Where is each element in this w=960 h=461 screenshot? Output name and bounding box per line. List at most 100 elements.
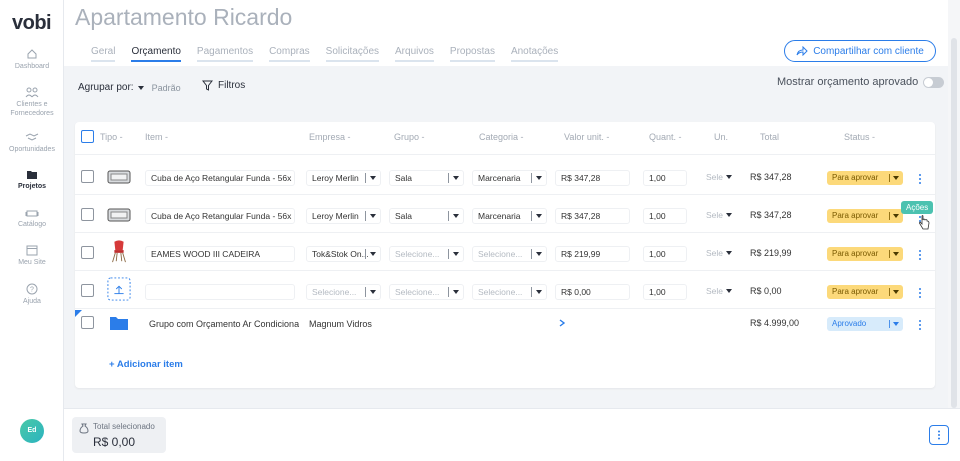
col-empresa[interactable]: Empresa - (309, 132, 351, 142)
categoria-select[interactable]: Selecione... (472, 284, 547, 300)
categoria-select[interactable]: Marcenaria (472, 170, 547, 186)
tab-arquivos[interactable]: Arquivos (395, 46, 434, 62)
chevron-down-icon (893, 290, 899, 294)
row-actions-icon[interactable] (918, 288, 922, 300)
footer: Total selecionado R$ 0,00 (64, 408, 960, 461)
tab-geral[interactable]: Geral (91, 46, 116, 62)
empresa-select[interactable]: Leroy Merlin (306, 170, 381, 186)
tab-propostas[interactable]: Propostas (449, 46, 495, 62)
grupo-select[interactable]: Sala (389, 170, 464, 186)
status-badge[interactable]: Para aprovar (827, 247, 903, 261)
item-input[interactable] (145, 284, 295, 300)
col-status[interactable]: Status - (844, 132, 875, 142)
avatar[interactable]: Ed (20, 419, 44, 443)
categoria-select[interactable]: Marcenaria (472, 208, 547, 224)
chevron-down-icon (370, 290, 376, 294)
un-select[interactable]: Sele (701, 284, 736, 300)
sidebar-item-ajuda[interactable]: ? Ajuda (0, 283, 64, 306)
tab-solicitacoes[interactable]: Solicitações (325, 46, 380, 62)
col-quant[interactable]: Quant. - (649, 132, 682, 142)
categoria-select[interactable]: Selecione... (472, 246, 547, 262)
status-badge[interactable]: Para aprovar (827, 209, 903, 223)
share-icon (796, 46, 808, 56)
row-checkbox[interactable] (81, 208, 94, 221)
row-actions-icon[interactable] (918, 250, 922, 262)
tab-anotacoes[interactable]: Anotações (510, 46, 559, 62)
sidebar-item-label: Catálogo (17, 221, 47, 228)
browser-icon (26, 245, 38, 256)
sidebar-item-projetos[interactable]: Projetos (0, 169, 64, 191)
empresa-select[interactable]: Leroy Merlin (306, 208, 381, 224)
share-with-client-button[interactable]: Compartilhar com cliente (784, 40, 936, 62)
valor-input[interactable]: R$ 219,99 (555, 246, 630, 262)
tab-orcamento[interactable]: Orçamento (131, 46, 181, 62)
quant-input[interactable]: 1,00 (643, 246, 687, 262)
share-label: Compartilhar com cliente (813, 45, 924, 57)
status-badge[interactable]: Para aprovar (827, 285, 903, 299)
row-checkbox[interactable] (81, 316, 94, 329)
header-divider (75, 154, 935, 155)
select-all-checkbox[interactable] (81, 130, 94, 143)
un-select[interactable]: Sele (701, 246, 736, 262)
group-name[interactable]: Grupo com Orçamento Ar Condicionado (149, 319, 299, 329)
show-approved-toggle[interactable] (923, 76, 945, 88)
col-categoria[interactable]: Categoria - (479, 132, 524, 142)
people-icon (25, 87, 39, 98)
row-checkbox[interactable] (81, 170, 94, 183)
total-selected-value: R$ 0,00 (93, 435, 136, 449)
item-input[interactable]: Cuba de Aço Retangular Funda - 56x (145, 170, 295, 186)
item-input[interactable]: EAMES WOOD III CADEIRA (145, 246, 295, 262)
col-grupo[interactable]: Grupo - (394, 132, 425, 142)
col-valor-unit[interactable]: Valor unit. - (564, 132, 609, 142)
tab-compras[interactable]: Compras (269, 46, 310, 62)
sidebar-item-clientes[interactable]: Clientes e Fornecedores (0, 86, 64, 118)
sidebar-item-label: Ajuda (23, 298, 41, 305)
grupo-select[interactable]: Selecione... (389, 284, 464, 300)
valor-input[interactable]: R$ 347,28 (555, 208, 630, 224)
sidebar-item-dashboard[interactable]: Dashboard (0, 48, 64, 71)
un-select[interactable]: Sele (701, 208, 736, 224)
chevron-down-icon (370, 176, 376, 180)
grupo-select[interactable]: Sala (389, 208, 464, 224)
row-checkbox[interactable] (81, 284, 94, 297)
group-by-control[interactable]: Agrupar por: Padrão (78, 82, 181, 93)
empresa-value: Leroy Merlin (312, 173, 359, 183)
status-badge[interactable]: Para aprovar (827, 171, 903, 185)
quant-input[interactable]: 1,00 (643, 208, 687, 224)
vobi-logo: vobi (12, 12, 52, 34)
status-label: Para aprovar (832, 287, 879, 296)
sidebar-item-meu-site[interactable]: Meu Site (0, 245, 64, 267)
status-badge[interactable]: Aprovado (827, 317, 903, 331)
chevron-down-icon (726, 251, 732, 255)
sidebar-item-oportunidades[interactable]: Oportunidades (0, 131, 64, 154)
empresa-select[interactable]: Selecione... (306, 284, 381, 300)
chevron-down-icon (370, 252, 376, 256)
row-actions-icon[interactable] (918, 174, 922, 186)
row-checkbox[interactable] (81, 246, 94, 259)
row-actions-icon[interactable] (918, 320, 922, 332)
upload-image-icon[interactable] (106, 277, 132, 301)
quant-input[interactable]: 1,00 (643, 170, 687, 186)
sofa-icon (25, 210, 39, 217)
col-item[interactable]: Item - (145, 132, 168, 142)
more-options-button[interactable] (929, 425, 949, 445)
filters-button[interactable]: Filtros (202, 80, 245, 91)
add-item-button[interactable]: + Adicionar item (109, 359, 183, 370)
empresa-select[interactable]: Tok&Stok On... (306, 246, 381, 262)
scrollbar[interactable] (948, 0, 960, 408)
sidebar-item-catalogo[interactable]: Catálogo (0, 207, 64, 229)
valor-input[interactable]: R$ 347,28 (555, 170, 630, 186)
row-divider (75, 232, 935, 233)
chevron-down-icon (893, 322, 899, 326)
grupo-select[interactable]: Selecione... (389, 246, 464, 262)
item-input[interactable]: Cuba de Aço Retangular Funda - 56x (145, 208, 295, 224)
valor-input[interactable]: R$ 0,00 (555, 284, 630, 300)
col-tipo[interactable]: Tipo - (100, 132, 123, 142)
un-select[interactable]: Sele (701, 170, 736, 186)
un-value: Sele (706, 248, 724, 258)
categoria-value: Marcenaria (478, 211, 521, 221)
quant-input[interactable]: 1,00 (643, 284, 687, 300)
chevron-right-icon[interactable] (559, 319, 565, 327)
sidebar-item-label: Projetos (17, 183, 46, 190)
tab-pagamentos[interactable]: Pagamentos (196, 46, 254, 62)
